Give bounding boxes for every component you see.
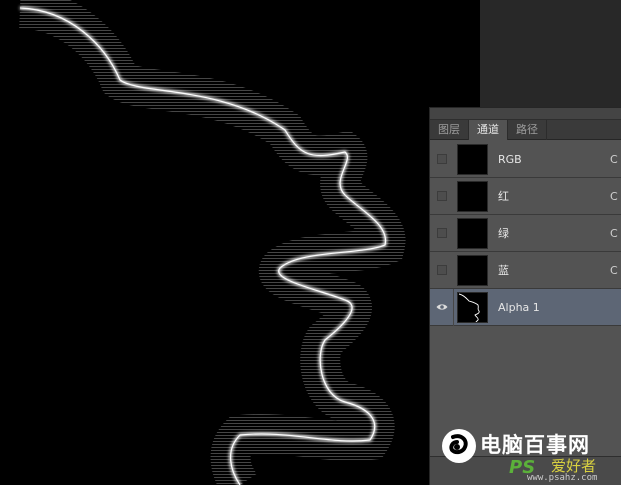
- visibility-toggle[interactable]: [437, 154, 447, 164]
- channel-thumbnail: [457, 180, 488, 212]
- visibility-toggle[interactable]: [437, 265, 447, 275]
- visibility-toggle[interactable]: [430, 288, 454, 326]
- tab-channels[interactable]: 通道: [469, 120, 508, 140]
- channel-row-green[interactable]: 绿 C: [430, 215, 621, 252]
- channel-label: 红: [498, 190, 509, 203]
- channel-label: RGB: [498, 152, 522, 166]
- tab-paths[interactable]: 路径: [508, 120, 547, 140]
- tab-layers[interactable]: 图层: [430, 120, 469, 140]
- channel-row-blue[interactable]: 蓝 C: [430, 252, 621, 289]
- watermark: 电脑百事网 PS 爱好者 www.psahz.com: [441, 425, 621, 485]
- visibility-toggle[interactable]: [437, 191, 447, 201]
- alpha-thumbnail-artwork: [458, 293, 480, 322]
- panel-tabs: 图层 通道 路径: [430, 120, 621, 140]
- shortcut-label: C: [610, 263, 618, 277]
- channel-thumbnail: [457, 217, 488, 249]
- watermark-url: www.psahz.com: [527, 473, 598, 483]
- canvas-artwork: [18, 0, 406, 485]
- profile-fringe: [18, 0, 406, 485]
- panel-title-bar[interactable]: [430, 108, 621, 120]
- shortcut-label: C: [610, 189, 618, 203]
- channel-label: 绿: [498, 227, 509, 240]
- channel-row-rgb[interactable]: RGB C: [430, 141, 621, 178]
- channel-label: Alpha 1: [498, 300, 540, 314]
- shortcut-label: C: [610, 152, 618, 166]
- shortcut-label: C: [610, 226, 618, 240]
- eye-icon: [436, 304, 448, 310]
- channel-row-alpha-1[interactable]: Alpha 1: [430, 288, 621, 326]
- visibility-toggle[interactable]: [437, 228, 447, 238]
- channel-thumbnail: [457, 254, 488, 286]
- channel-row-red[interactable]: 红 C: [430, 178, 621, 215]
- document-canvas[interactable]: [0, 0, 480, 485]
- channel-label: 蓝: [498, 264, 509, 277]
- channel-thumbnail: [457, 143, 488, 175]
- site-logo-icon: [442, 429, 476, 463]
- channel-thumbnail: [457, 291, 488, 323]
